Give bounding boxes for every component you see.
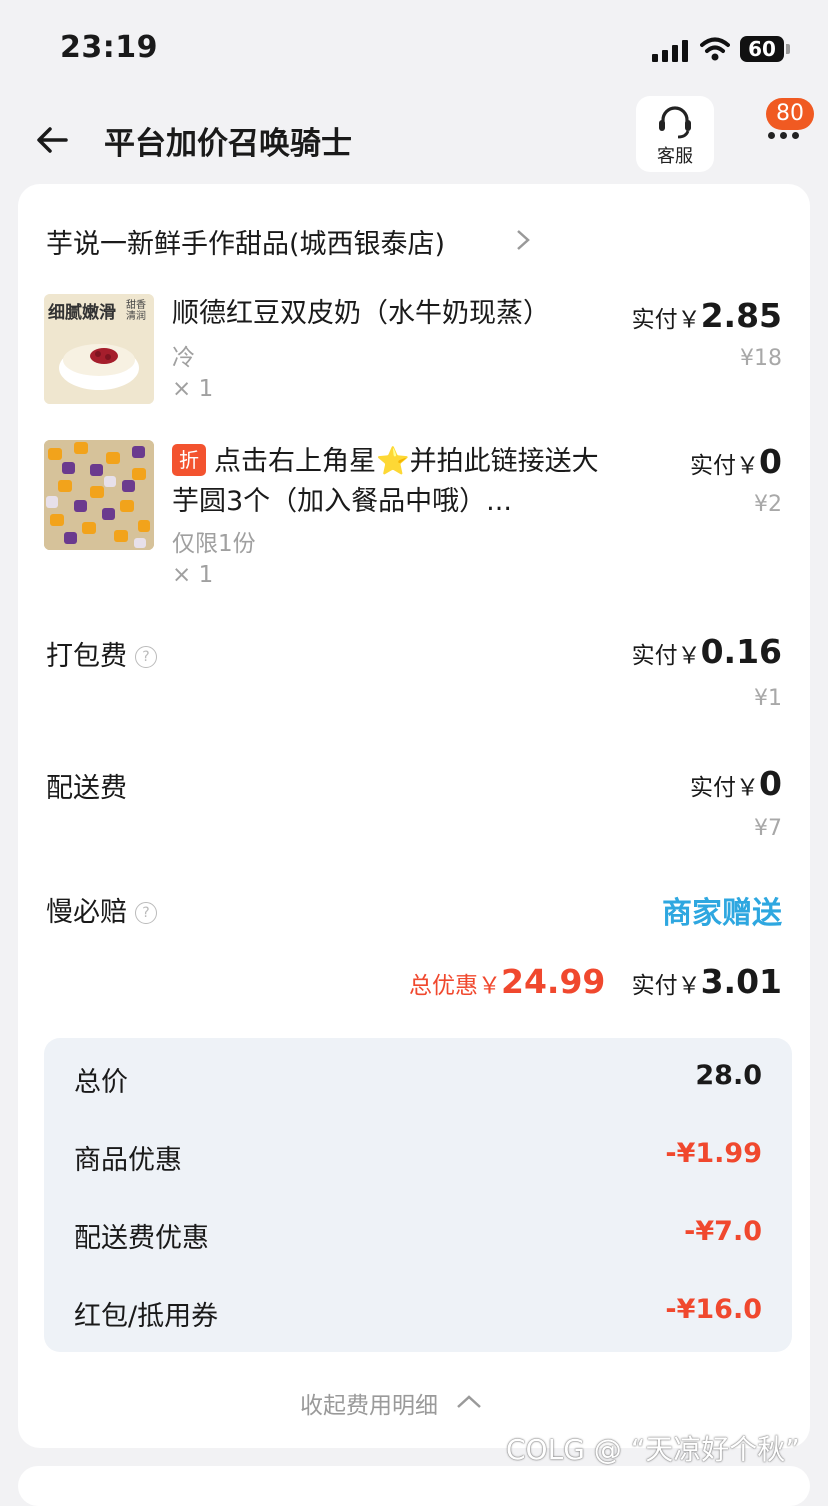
next-card: [18, 1466, 810, 1506]
slow-compensation-text: 慢必赔: [46, 897, 127, 928]
item-thumbnail-taro-balls[interactable]: [44, 440, 154, 550]
battery-icon: 60: [740, 36, 784, 62]
breakdown-label-total: 总价: [74, 1067, 128, 1098]
item-original-price: ¥18: [740, 346, 782, 371]
help-icon[interactable]: ?: [135, 646, 157, 668]
customer-service-label: 客服: [657, 146, 693, 167]
packing-fee-original: ¥1: [754, 686, 782, 711]
slow-compensation-label: 慢必赔?: [46, 890, 157, 929]
item-name-promo: 折点击右上角星⭐并拍此链接送大: [172, 442, 672, 482]
pay-label: 实付￥: [690, 453, 760, 479]
breakdown-value-item-discount: -¥1.99: [665, 1138, 762, 1169]
pay-amount: 0.16: [700, 632, 782, 671]
customer-service-button[interactable]: 客服: [636, 96, 714, 172]
breakdown-label-delivery-discount: 配送费优惠: [74, 1223, 209, 1254]
breakdown-value-coupon: -¥16.0: [665, 1294, 762, 1325]
notification-badge: 80: [766, 98, 814, 130]
item-limit: 仅限1份: [172, 531, 256, 557]
total-discount-label: 总优惠￥: [409, 973, 501, 999]
item-quantity: × 1: [172, 376, 214, 402]
delivery-fee-label: 配送费: [46, 773, 127, 804]
breakdown-label-item-discount: 商品优惠: [74, 1145, 182, 1176]
pay-label: 实付￥: [631, 307, 701, 333]
pay-amount: 2.85: [700, 296, 782, 335]
item-quantity: × 1: [172, 562, 214, 588]
delivery-fee-pay: 实付￥0: [690, 764, 782, 803]
slow-compensation-value: 商家赠送: [662, 896, 782, 931]
discount-tag: 折: [172, 444, 206, 476]
total-discount-amount: 24.99: [501, 962, 606, 1001]
wifi-icon: [700, 37, 730, 61]
chevron-right-icon[interactable]: [514, 228, 532, 252]
collapse-fee-details-button[interactable]: 收起费用明细: [300, 1386, 483, 1420]
thumbnail-caption: 细腻嫩滑: [48, 303, 116, 323]
packing-fee-text: 打包费: [46, 641, 127, 672]
more-menu-icon[interactable]: [766, 128, 802, 142]
status-time: 23:19: [60, 30, 158, 65]
battery-cap: [786, 44, 790, 54]
packing-fee-label: 打包费?: [46, 634, 157, 673]
item-original-price: ¥2: [754, 492, 782, 517]
collapse-label: 收起费用明细: [300, 1393, 438, 1419]
item-pay: 实付￥0: [690, 442, 782, 481]
back-arrow-icon[interactable]: [34, 122, 70, 158]
item-name-line2: 芋圆3个（加入餐品中哦）...: [172, 486, 512, 517]
pay-amount: 0: [759, 764, 782, 803]
item-spec: 冷: [172, 345, 195, 371]
fee-breakdown: 总价 28.0 商品优惠 -¥1.99 配送费优惠 -¥7.0 红包/抵用券 -…: [44, 1038, 792, 1352]
order-summary: 总优惠￥24.99 实付￥3.01: [409, 962, 782, 1001]
breakdown-value-delivery-discount: -¥7.0: [684, 1216, 762, 1247]
thumbnail-subcaption: 甜香清润: [126, 300, 146, 322]
item-pay: 实付￥2.85: [632, 296, 782, 335]
headset-icon: [659, 106, 691, 139]
breakdown-label-coupon: 红包/抵用券: [74, 1301, 219, 1332]
delivery-fee-original: ¥7: [754, 816, 782, 841]
cellular-signal-icon: [652, 40, 690, 62]
pay-label: 实付￥: [690, 775, 760, 801]
item-name-line1: 点击右上角星⭐并拍此链接送大: [214, 446, 599, 477]
breakdown-value-total: 28.0: [695, 1060, 762, 1091]
item-thumbnail-double-skin-milk[interactable]: 细腻嫩滑 甜香清润: [44, 294, 154, 404]
page-title: 平台加价召唤骑士: [104, 126, 352, 162]
item-name: 顺德红豆双皮奶（水牛奶现蒸）: [172, 298, 550, 329]
total-pay-amount: 3.01: [700, 962, 782, 1001]
shop-name[interactable]: 芋说一新鲜手作甜品(城西银泰店): [46, 222, 445, 261]
watermark: COLG @ “天凉好个秋”: [506, 1433, 800, 1466]
total-pay-label: 实付￥: [631, 973, 701, 999]
pay-label: 实付￥: [631, 643, 701, 669]
pay-amount: 0: [759, 442, 782, 481]
chevron-up-icon: [457, 1395, 482, 1408]
packing-fee-pay: 实付￥0.16: [632, 632, 782, 671]
help-icon[interactable]: ?: [135, 902, 157, 924]
